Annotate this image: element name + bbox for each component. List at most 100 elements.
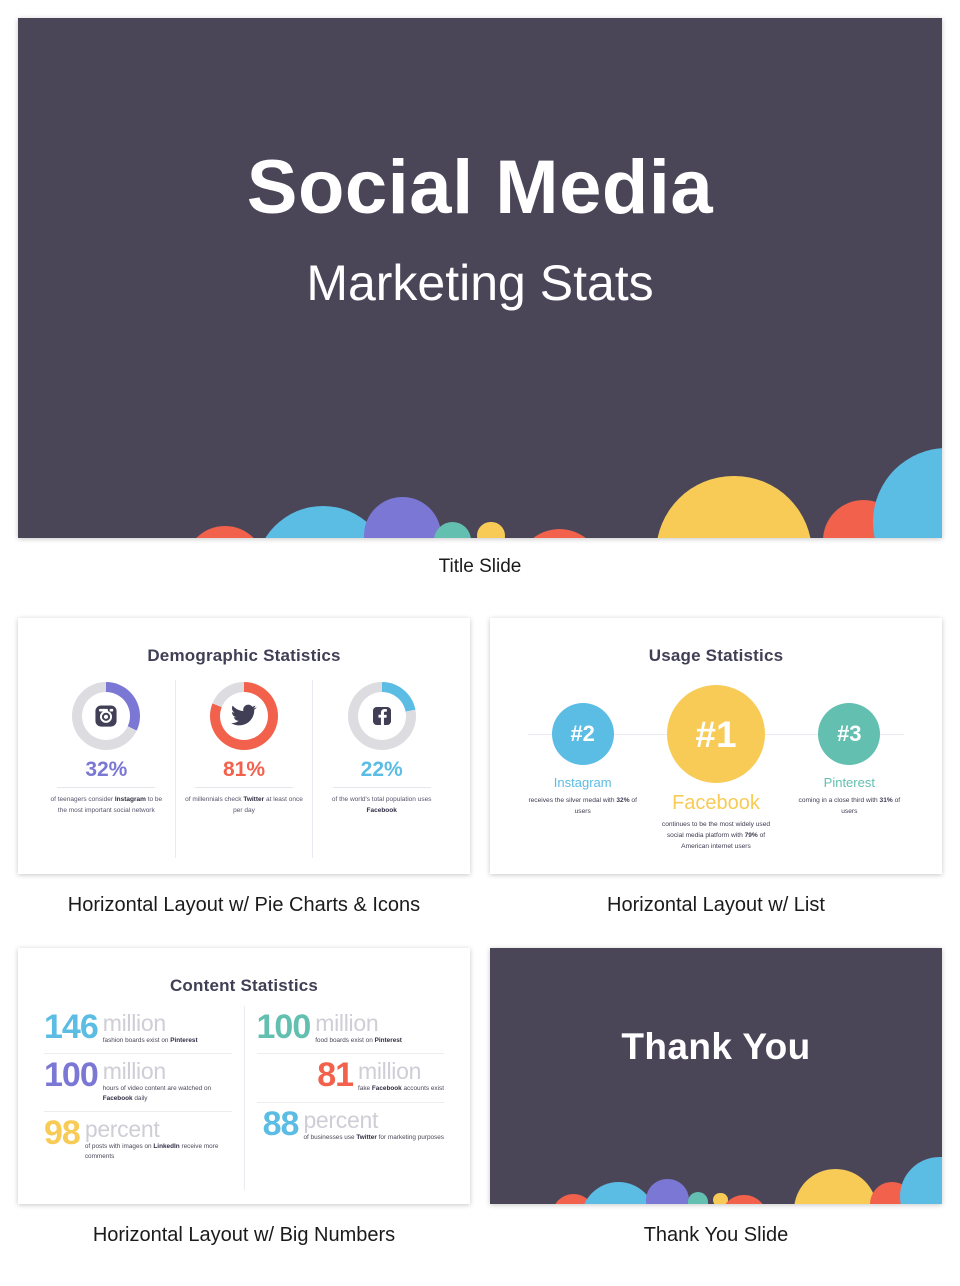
twitter-donut-chart: [210, 682, 278, 750]
stat-text-block: million hours of video content are watche…: [102, 1058, 232, 1103]
twitter-description: of millennials check Twitter at least on…: [185, 795, 303, 816]
divider: [57, 787, 156, 788]
stat-number: 146: [44, 1008, 99, 1046]
desc-pre: of millennials check: [185, 796, 244, 803]
demographic-item-twitter[interactable]: 81% of millennials check Twitter at leas…: [174, 680, 313, 858]
stat-text-block: percent of posts with images on LinkedIn …: [84, 1116, 232, 1161]
decorative-bubble: [433, 522, 471, 538]
decorative-bubble: [656, 475, 812, 538]
demographic-statistics-slide[interactable]: Demographic Statistics 32% of teenagers …: [18, 618, 470, 874]
thank-you-slide-caption: Thank You Slide: [643, 1224, 789, 1246]
desc-bold: 31%: [879, 797, 893, 804]
desc-pre: hours of video content are watched on: [102, 1085, 212, 1093]
facebook-donut-chart: [347, 682, 416, 750]
twitter-percent: 81%: [222, 758, 266, 781]
decorative-bubble: [713, 1192, 728, 1204]
facebook-percent: 22%: [360, 758, 403, 781]
stat-text-block: million fake Facebook accounts exist: [358, 1058, 444, 1094]
content-column-right: 100 million food boards exist on Pinterest…: [243, 1006, 457, 1190]
usage-item-instagram[interactable]: #2 Instagram receives the silver medal w…: [516, 676, 649, 866]
decorative-bubble: [477, 521, 505, 538]
content-statistics-slide[interactable]: Content Statistics 146 million fashion boa…: [18, 948, 470, 1204]
usage-rank-badge: #1: [667, 685, 765, 783]
divider: [195, 787, 293, 788]
thank-you-bubbles: [490, 948, 942, 1204]
decorative-bubble: [687, 1192, 709, 1204]
demographic-item-facebook[interactable]: 22% of the world's total population uses…: [312, 680, 450, 858]
stat-description: food boards exist on Pinterest: [315, 1036, 402, 1046]
usage-content: #2 Instagram receives the silver medal w…: [490, 676, 942, 866]
stat-unit: million: [102, 1058, 166, 1085]
decorative-bubble: [581, 1181, 657, 1204]
desc-bold: Pinterest: [374, 1036, 402, 1044]
decorative-bubble: [822, 499, 905, 538]
thank-you-slide[interactable]: Thank You: [490, 948, 942, 1204]
desc-pre: coming in a close third with: [798, 797, 880, 804]
content-slide-caption: Horizontal Layout w/ Big Numbers: [92, 1224, 396, 1246]
desc-bold: Facebook: [371, 1085, 402, 1093]
content-column-left: 146 million fashion boards exist on Pinter…: [32, 1006, 244, 1190]
desc-bold: Facebook: [366, 806, 397, 814]
stat-description: fashion boards exist on Pinterest: [103, 1036, 198, 1046]
decorative-bubble: [870, 1181, 915, 1204]
desc-post: accounts exist: [401, 1085, 444, 1093]
content-columns: 146 million fashion boards exist on Pinter…: [32, 1006, 456, 1190]
desc-post: daily: [132, 1094, 148, 1102]
stat-unit: million: [358, 1058, 422, 1085]
decorative-bubble: [185, 526, 265, 538]
decorative-bubble: [721, 1195, 767, 1204]
demographic-item-instagram[interactable]: 32% of teenagers consider Instagram to b…: [38, 680, 175, 858]
instagram-description: of teenagers consider Instagram to be th…: [47, 795, 165, 816]
stat-unit: million: [102, 1010, 166, 1036]
stat-number: 100: [44, 1056, 99, 1095]
stat-description: of businesses use Twitter for marketing …: [303, 1133, 444, 1143]
desc-bold: 79%: [744, 832, 758, 840]
usage-item-facebook[interactable]: #1 Facebook continues to be the most wid…: [649, 676, 782, 866]
decorative-bubble: [363, 497, 442, 538]
content-stat-row[interactable]: 100 million hours of video content are wat…: [44, 1053, 232, 1111]
title-slide-caption: Title Slide: [438, 556, 522, 577]
decorative-bubble: [516, 529, 602, 538]
facebook-description: of the world's total population uses Fac…: [323, 795, 441, 816]
desc-bold: 32%: [616, 797, 630, 804]
desc-bold: Instagram: [114, 796, 146, 803]
desc-pre: of teenagers consider: [50, 796, 115, 803]
stat-number: 88: [262, 1104, 300, 1143]
usage-platform-name: Instagram: [553, 775, 612, 790]
title-slide[interactable]: Social Media Marketing Stats: [18, 18, 942, 538]
decorative-bubble: [794, 1168, 878, 1204]
usage-platform-name: Pinterest: [823, 775, 875, 790]
content-stat-row[interactable]: 81 million fake Facebook accounts exist: [256, 1053, 444, 1101]
content-stat-row[interactable]: 98 percent of posts with images on LinkedI…: [44, 1111, 232, 1169]
demographic-columns: 32% of teenagers consider Instagram to b…: [38, 680, 450, 858]
decorative-bubble: [872, 448, 942, 538]
usage-statistics-slide[interactable]: Usage Statistics #2 Instagram receives t…: [490, 618, 942, 874]
twitter-icon: [210, 682, 278, 750]
decorative-bubble: [551, 1193, 596, 1204]
decorative-bubble: [646, 1178, 689, 1204]
content-stat-row[interactable]: 146 million fashion boards exist on Pinter…: [44, 1006, 232, 1053]
stat-number: 98: [44, 1114, 81, 1153]
decorative-bubble: [254, 506, 392, 538]
stat-description: fake Facebook accounts exist: [358, 1084, 444, 1094]
instagram-icon: [72, 682, 140, 750]
stat-unit: percent: [84, 1116, 160, 1143]
desc-bold: Pinterest: [170, 1036, 198, 1044]
thank-you-text: Thank You: [621, 1026, 811, 1067]
content-stat-row[interactable]: 100 million food boards exist on Pinterest: [257, 1006, 445, 1053]
stat-number: 81: [317, 1056, 354, 1095]
desc-pre: of the world's total population uses: [331, 796, 432, 803]
usage-platform-name: Facebook: [672, 792, 760, 814]
stat-description: hours of video content are watched on Fa…: [103, 1084, 232, 1103]
desc-pre: fake: [358, 1085, 372, 1093]
usage-description: continues to be the most widely used soc…: [660, 819, 772, 853]
instagram-donut-chart: [72, 682, 141, 750]
content-stat-row[interactable]: 88 percent of businesses use Twitter for m…: [256, 1101, 444, 1150]
stat-text-block: million food boards exist on Pinterest: [315, 1012, 402, 1046]
usage-item-pinterest[interactable]: #3 Pinterest coming in a close third wit…: [783, 676, 916, 866]
stat-unit: percent: [303, 1106, 379, 1133]
instagram-percent: 32%: [85, 758, 128, 781]
demographic-slide-caption: Horizontal Layout w/ Pie Charts & Icons: [67, 894, 421, 916]
desc-pre: food boards exist on: [315, 1036, 375, 1044]
usage-rank-badge: #2: [551, 703, 614, 765]
